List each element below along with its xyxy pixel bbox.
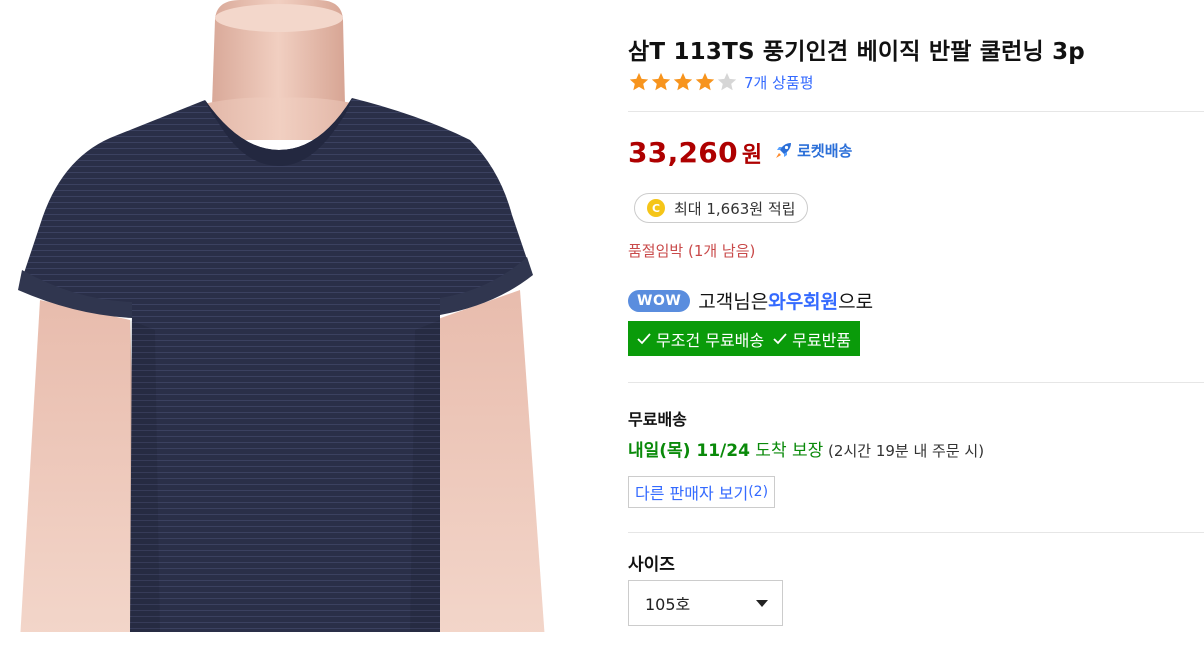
benefit-free-shipping-label: 무조건 무료배송 [656,330,765,350]
wow-benefit-banner: 무조건 무료배송 무료반품 [628,321,861,356]
size-selected-value: 105호 [645,595,691,614]
star-filled-icon [629,72,649,91]
shipping-label: 무료배송 [628,410,687,429]
reward-text: 최대 1,663원 적립 [674,199,796,218]
product-image[interactable] [0,0,580,632]
other-sellers-count: (2) [748,484,769,500]
wow-prefix: 고객님은 [698,291,769,313]
star-filled-icon [673,72,693,91]
product-info-panel: 삼T 113TS 풍기인견 베이직 반팔 쿨런닝 3p 7개 상품평 33,26… [628,0,1204,660]
star-filled-icon [651,72,671,91]
star-empty-icon [717,72,737,91]
price-row: 33,260 원 로켓배송 [628,136,852,169]
tshirt-mannequin-image [18,0,545,632]
stock-warning: 품절임박 (1개 남음) [628,242,756,260]
benefit-free-return: 무료반품 [773,327,851,351]
check-icon [773,332,787,344]
wow-badge: WOW [628,289,691,312]
product-title: 삼T 113TS 풍기인견 베이직 반팔 쿨런닝 3p [628,39,1085,65]
other-sellers-button[interactable]: 다른 판매자 보기 (2) [628,476,776,508]
benefit-free-shipping: 무조건 무료배송 [637,327,764,351]
divider [628,111,1204,112]
review-count-link[interactable]: 7개 상품평 [744,72,814,93]
wow-member-text: 와우회원 [768,291,839,313]
benefit-free-return-label: 무료반품 [792,330,852,350]
price-currency: 원 [741,143,763,168]
rating-row: 7개 상품평 [628,70,814,94]
rocket-delivery-label: 로켓배송 [797,141,853,160]
arrival-note: (2시간 19분 내 주문 시) [823,442,985,460]
size-label: 사이즈 [628,555,675,575]
coin-icon: C [647,199,665,217]
chevron-down-icon [756,600,768,607]
wow-suffix: 으로 [838,291,874,313]
star-filled-icon [695,72,715,91]
sale-price: 33,260 [628,136,738,169]
star-rating [628,71,738,93]
arrival-guarantee: 도착 보장 [749,441,824,461]
check-icon [637,332,651,344]
arrival-info: 내일(목) 11/24 도착 보장 (2시간 19분 내 주문 시) [628,436,984,461]
divider [628,382,1204,383]
other-sellers-label: 다른 판매자 보기 [635,484,749,503]
size-select[interactable]: 105호 [628,580,783,626]
reward-badge[interactable]: C 최대 1,663원 적립 [634,193,809,223]
rocket-delivery-badge: 로켓배송 [774,140,852,161]
wow-member-row: WOW 고객님은 와우회원 으로 [628,287,873,314]
arrival-day: 내일(목) 11/24 [628,441,750,461]
rocket-icon [776,143,792,158]
divider [628,532,1204,533]
